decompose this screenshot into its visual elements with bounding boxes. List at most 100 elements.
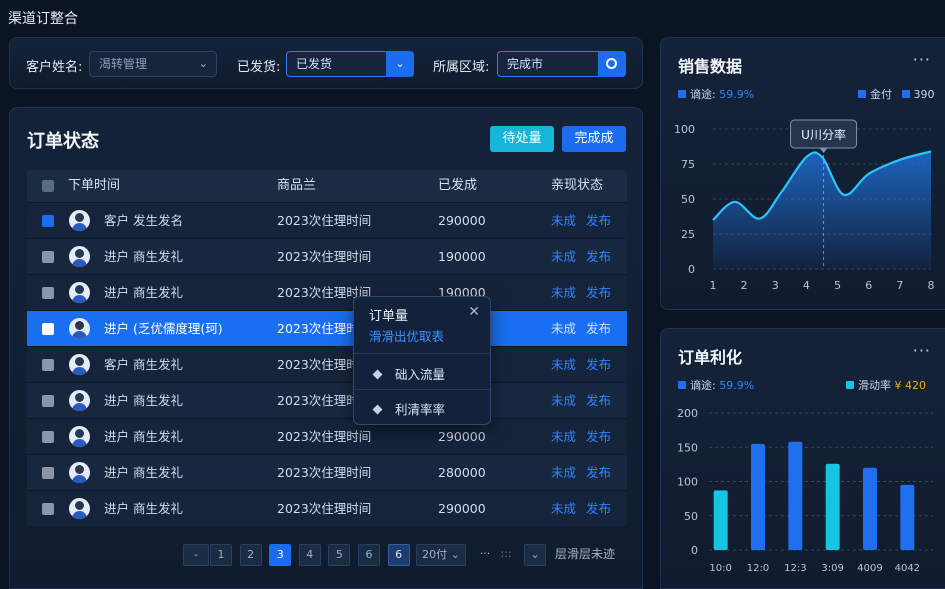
row-checkbox[interactable] (42, 467, 54, 479)
app-title: 渠道订整合 (8, 11, 78, 27)
x-tick-label: 3 (772, 279, 779, 292)
row-checkbox[interactable] (42, 431, 54, 443)
y-tick-label: 100 (674, 123, 695, 136)
row-checkbox[interactable] (42, 215, 54, 227)
region-search-input[interactable]: 完成市 (497, 51, 626, 77)
row-name: 客户 发生发名 (104, 213, 183, 228)
row-action-link[interactable]: 发布 (586, 347, 611, 382)
table-row[interactable]: 客户 商生发礼 2023次住理时间 未成 发布 (27, 346, 627, 382)
table-row[interactable]: 进户 商生发礼 2023次住理时间 290000 未成 发布 (27, 418, 627, 454)
page-button[interactable]: 6 (387, 544, 410, 566)
row-action-link[interactable]: 未成 (551, 347, 576, 382)
sales-area-chart: 0 25 50 75 100 1 2 3 4 5 6 7 8 U川分率 (674, 119, 935, 292)
search-icon (606, 58, 617, 69)
column-header: 商品兰 (277, 178, 317, 193)
page-size-value: 20付 (422, 548, 448, 561)
page-jump-dropdown[interactable]: ⌄ (524, 544, 546, 566)
pending-button[interactable]: 待处量 (490, 126, 554, 152)
tooltip-pointer (819, 148, 828, 153)
tooltip-label: U川分率 (801, 127, 846, 142)
page-button[interactable]: 5 (328, 544, 351, 566)
customer-select[interactable]: 渴转管理 ⌄ (89, 51, 217, 77)
bar (900, 484, 915, 550)
page-button[interactable]: 3 (269, 544, 292, 566)
row-name: 进户 商生发礼 (104, 249, 183, 264)
y-tick-label: 0 (691, 544, 698, 557)
customer-label: 客户姓名: (26, 60, 83, 75)
avatar (69, 354, 90, 375)
row-checkbox[interactable] (42, 323, 54, 335)
page-button[interactable]: 1 (210, 544, 232, 566)
row-action-link[interactable]: 发布 (586, 275, 611, 310)
table-row[interactable]: 进户 商生发礼 2023次住理时间 290000 未成 发布 (27, 490, 627, 526)
row-checkbox[interactable] (42, 395, 54, 407)
diamond-icon (372, 369, 383, 380)
table-row[interactable]: 进户 商生发礼 2023次住理时间 280000 未成 发布 (27, 454, 627, 490)
legend-swatch (678, 381, 686, 389)
row-action-link[interactable]: 未成 (551, 455, 576, 490)
row-action-link[interactable]: 发布 (586, 419, 611, 454)
x-tick-label: 4009 (857, 563, 882, 574)
row-checkbox[interactable] (42, 359, 54, 371)
popup-menu-item[interactable]: 础入流量 (372, 364, 446, 383)
avatar (69, 246, 90, 267)
row-product: 2023次住理时 (277, 321, 359, 336)
close-icon[interactable]: ✕ (468, 304, 480, 320)
row-action-link[interactable]: 发布 (586, 311, 611, 346)
popup-menu-item[interactable]: 利清率率 (372, 399, 446, 418)
row-action-link[interactable]: 发布 (586, 455, 611, 490)
row-checkbox[interactable] (42, 287, 54, 299)
select-all-checkbox[interactable] (42, 180, 54, 192)
x-tick-label: 4042 (895, 563, 920, 574)
row-name: 进户 商生发礼 (104, 429, 183, 444)
row-action-link[interactable]: 未成 (551, 275, 576, 310)
x-tick-label: 4 (803, 279, 810, 292)
row-action-link[interactable]: 未成 (551, 383, 576, 418)
complete-button[interactable]: 完成成 (562, 126, 626, 152)
profit-bar-chart: 0 50 100 150 200 10:0 12:0 12:3 3:09 4009 4042 (677, 407, 933, 574)
order-status-panel: 订单状态 待处量 完成成 下单时间 商品兰 已发成 亲现状态 客户 发生发名 20… (9, 107, 643, 589)
row-action-link[interactable]: 发布 (586, 239, 611, 274)
table-row[interactable]: 进户 商生发礼 2023次住理时间 190000 未成 发布 (27, 274, 627, 310)
row-checkbox[interactable] (42, 251, 54, 263)
popup-item-label: 础入流量 (395, 367, 446, 382)
column-header: 亲现状态 (551, 178, 604, 193)
table-row[interactable]: 进户 (乏优儒度理(珂) 2023次住理时 未成 发布 (27, 310, 627, 346)
chevron-down-icon: ⌄ (198, 57, 208, 70)
page-button[interactable]: 4 (298, 544, 321, 566)
row-action-link[interactable]: 未成 (551, 491, 576, 526)
sales-panel-title: 销售数据 (678, 57, 743, 76)
row-action-link[interactable]: 未成 (551, 311, 576, 346)
y-tick-label: 200 (677, 407, 698, 420)
pagination-separator: ::: (500, 547, 512, 560)
row-checkbox[interactable] (42, 503, 54, 515)
row-action-link[interactable]: 发布 (586, 383, 611, 418)
row-name: 客户 商生发礼 (104, 357, 183, 372)
search-button[interactable] (598, 51, 626, 77)
shipped-label: 已发货: (237, 60, 281, 75)
page-size-select[interactable]: 20付 ⌄ (416, 544, 466, 566)
row-action-link[interactable]: 未成 (551, 239, 576, 274)
table-row[interactable]: 进户 商生发礼 2023次住理时间 190000 未成 发布 (27, 238, 627, 274)
avatar (69, 462, 90, 483)
row-amount: 280000 (438, 465, 486, 480)
shipped-select[interactable]: 已发货 ⌄ (286, 51, 414, 77)
row-action-link[interactable]: 未成 (551, 419, 576, 454)
x-tick-label: 12:0 (747, 563, 769, 574)
prev-page-button[interactable]: - (183, 544, 209, 566)
row-action-link[interactable]: 未成 (551, 203, 576, 238)
page-button[interactable]: 6 (358, 544, 380, 566)
page-button[interactable]: 2 (239, 544, 262, 566)
row-action-link[interactable]: 发布 (586, 491, 611, 526)
popup-item-label: 利清率率 (395, 402, 446, 417)
row-action-link[interactable]: 发布 (586, 203, 611, 238)
table-row[interactable]: 客户 发生发名 2023次住理时间 290000 未成 发布 (27, 202, 627, 238)
table-row[interactable]: 进户 商生发礼 2023次住理时间 未成 发布 (27, 382, 627, 418)
region-search-value: 完成市 (507, 57, 544, 71)
page-jump-label[interactable]: 层滑层未迹 (555, 544, 627, 566)
chevron-down-icon[interactable]: ⌄ (386, 51, 414, 77)
bar (713, 490, 728, 550)
more-icon[interactable]: ··· (913, 50, 931, 69)
more-icon[interactable]: ··· (913, 341, 931, 360)
popup-subtitle[interactable]: 滑滑出优取表 (369, 326, 444, 345)
